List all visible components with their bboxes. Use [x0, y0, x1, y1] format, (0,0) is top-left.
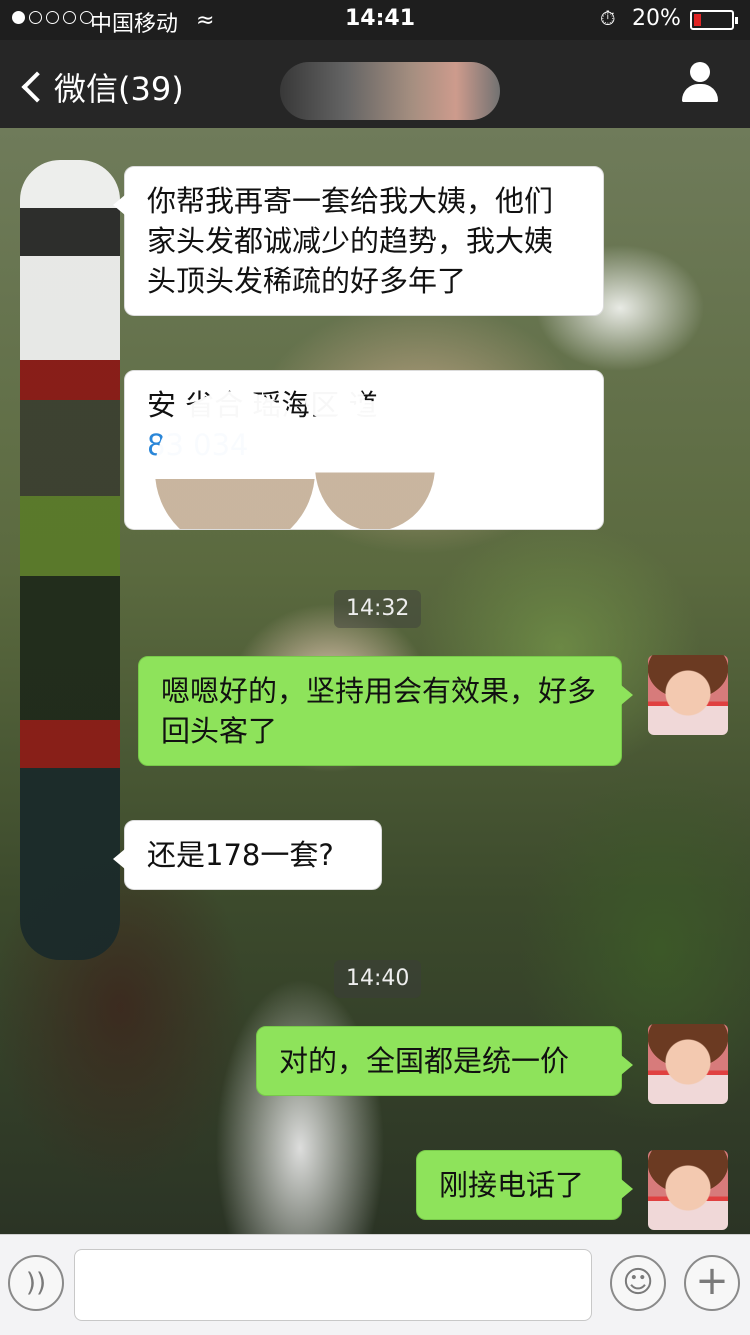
message-text: 还是178一套? — [147, 838, 334, 872]
voice-icon[interactable]: )) — [8, 1255, 64, 1311]
outgoing-message-bubble[interactable]: 刚接电话了 — [416, 1150, 633, 1220]
battery-level — [694, 14, 702, 26]
status-bar: 中国移动 ≈ 14:41 ⏱ 20% — [0, 0, 750, 40]
message-input[interactable] — [74, 1249, 592, 1321]
redaction-blob — [375, 391, 485, 451]
nav-bar: 微信(39) — [0, 40, 750, 128]
alarm-icon: ⏱ — [600, 6, 616, 30]
message-text: 刚接电话了 — [439, 1168, 585, 1202]
carrier-label: 中国移动 — [90, 12, 179, 37]
blurred-chat-title — [280, 62, 500, 120]
input-bar: )) ☺ + — [0, 1234, 750, 1335]
outgoing-message-bubble[interactable]: 对的，全国都是统一价 — [256, 1026, 633, 1096]
wifi-icon: ≈ — [196, 8, 215, 33]
outgoing-message-bubble[interactable]: 嗯嗯好的，坚持用会有效果，好多回头客了 — [138, 656, 633, 766]
avatar[interactable] — [648, 1150, 728, 1230]
message-text: 对的，全国都是统一价 — [279, 1044, 570, 1078]
plus-icon[interactable]: + — [684, 1255, 740, 1311]
timestamp: 14:40 — [334, 960, 422, 998]
avatar[interactable] — [648, 1024, 728, 1104]
incoming-message-bubble[interactable]: 还是178一套? — [113, 820, 382, 890]
back-button[interactable]: 微信(39) — [18, 64, 184, 110]
emoji-icon[interactable]: ☺ — [610, 1255, 666, 1311]
message-text: 嗯嗯好的，坚持用会有效果，好多回头客了 — [161, 674, 597, 748]
incoming-address-bubble[interactable]: 安 省合 瑶海区 道 83 034 — [124, 370, 604, 530]
battery-percent: 20% — [632, 6, 681, 31]
redaction-blob — [305, 381, 365, 421]
battery-icon — [690, 10, 738, 30]
timestamp: 14:32 — [334, 590, 422, 628]
pixelated-contact-avatar — [20, 160, 120, 960]
chevron-left-icon — [21, 71, 53, 103]
status-time: 14:41 — [345, 6, 416, 31]
profile-icon[interactable] — [680, 62, 720, 106]
message-text: 你帮我再寄一套给我大姨，他们家头发都诚减少的趋势，我大姨头顶头发稀疏的好多年了 — [147, 184, 554, 298]
incoming-message-bubble[interactable]: 你帮我再寄一套给我大姨，他们家头发都诚减少的趋势，我大姨头顶头发稀疏的好多年了 — [113, 166, 604, 316]
avatar[interactable] — [648, 655, 728, 735]
signal-dots-icon — [12, 11, 93, 24]
back-label: 微信(39) — [54, 70, 184, 108]
